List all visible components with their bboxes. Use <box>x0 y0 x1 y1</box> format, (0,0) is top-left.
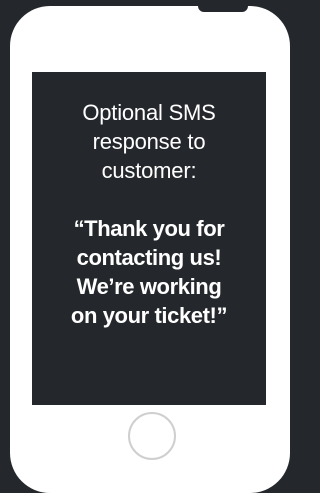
phone-screen: Optional SMS response to customer: “Than… <box>32 72 266 405</box>
sms-response-quote: “Thank you for contacting us! We’re work… <box>40 214 258 330</box>
quote-line: We’re working <box>76 274 222 299</box>
home-button-icon[interactable] <box>128 412 176 460</box>
phone-notch <box>198 0 248 12</box>
phone-frame: Optional SMS response to customer: “Than… <box>10 0 290 493</box>
text-spacer <box>40 185 258 214</box>
intro-line: customer: <box>101 158 197 183</box>
intro-line: response to <box>92 129 206 154</box>
quote-line: contacting us! <box>76 245 222 270</box>
quote-line: on your ticket!” <box>70 303 228 328</box>
intro-line: Optional SMS <box>82 100 216 125</box>
quote-line: “Thank you for <box>73 216 225 241</box>
sms-intro-text: Optional SMS response to customer: <box>40 98 258 185</box>
